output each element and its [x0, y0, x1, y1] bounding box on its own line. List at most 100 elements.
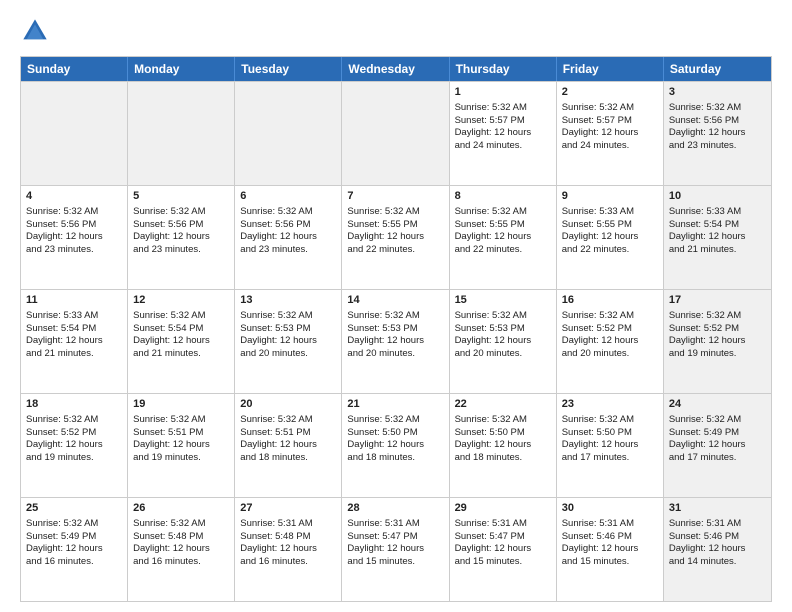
day-number: 5	[133, 189, 229, 204]
logo	[20, 16, 54, 46]
calendar-row-3: 18 Sunrise: 5:32 AM Sunset: 5:52 PM Dayli…	[21, 393, 771, 497]
day-info: Sunrise: 5:32 AM Sunset: 5:52 PM Dayligh…	[562, 310, 639, 359]
day-info: Sunrise: 5:32 AM Sunset: 5:48 PM Dayligh…	[133, 518, 210, 567]
day-number: 9	[562, 189, 658, 204]
weekday-header-friday: Friday	[557, 57, 664, 81]
calendar-cell-0-0	[21, 82, 128, 185]
day-info: Sunrise: 5:32 AM Sunset: 5:51 PM Dayligh…	[240, 414, 317, 463]
calendar-cell-3-3: 21 Sunrise: 5:32 AM Sunset: 5:50 PM Dayli…	[342, 394, 449, 497]
day-info: Sunrise: 5:32 AM Sunset: 5:53 PM Dayligh…	[240, 310, 317, 359]
calendar-cell-3-1: 19 Sunrise: 5:32 AM Sunset: 5:51 PM Dayli…	[128, 394, 235, 497]
day-info: Sunrise: 5:31 AM Sunset: 5:48 PM Dayligh…	[240, 518, 317, 567]
day-number: 25	[26, 501, 122, 516]
calendar-cell-4-1: 26 Sunrise: 5:32 AM Sunset: 5:48 PM Dayli…	[128, 498, 235, 601]
page: SundayMondayTuesdayWednesdayThursdayFrid…	[0, 0, 792, 612]
calendar-cell-1-6: 10 Sunrise: 5:33 AM Sunset: 5:54 PM Dayli…	[664, 186, 771, 289]
calendar-cell-1-1: 5 Sunrise: 5:32 AM Sunset: 5:56 PM Daylig…	[128, 186, 235, 289]
calendar-cell-4-4: 29 Sunrise: 5:31 AM Sunset: 5:47 PM Dayli…	[450, 498, 557, 601]
calendar-cell-2-5: 16 Sunrise: 5:32 AM Sunset: 5:52 PM Dayli…	[557, 290, 664, 393]
day-number: 11	[26, 293, 122, 308]
day-number: 3	[669, 85, 766, 100]
calendar-cell-0-6: 3 Sunrise: 5:32 AM Sunset: 5:56 PM Daylig…	[664, 82, 771, 185]
day-info: Sunrise: 5:32 AM Sunset: 5:51 PM Dayligh…	[133, 414, 210, 463]
day-info: Sunrise: 5:33 AM Sunset: 5:55 PM Dayligh…	[562, 206, 639, 255]
day-info: Sunrise: 5:32 AM Sunset: 5:54 PM Dayligh…	[133, 310, 210, 359]
day-number: 30	[562, 501, 658, 516]
calendar-cell-3-6: 24 Sunrise: 5:32 AM Sunset: 5:49 PM Dayli…	[664, 394, 771, 497]
day-info: Sunrise: 5:32 AM Sunset: 5:55 PM Dayligh…	[455, 206, 532, 255]
weekday-header-monday: Monday	[128, 57, 235, 81]
day-number: 10	[669, 189, 766, 204]
calendar-cell-0-4: 1 Sunrise: 5:32 AM Sunset: 5:57 PM Daylig…	[450, 82, 557, 185]
calendar-row-2: 11 Sunrise: 5:33 AM Sunset: 5:54 PM Dayli…	[21, 289, 771, 393]
day-info: Sunrise: 5:32 AM Sunset: 5:50 PM Dayligh…	[455, 414, 532, 463]
day-number: 20	[240, 397, 336, 412]
calendar-cell-3-5: 23Sunrise: 5:32 AM Sunset: 5:50 PM Dayli…	[557, 394, 664, 497]
day-info: Sunrise: 5:32 AM Sunset: 5:57 PM Dayligh…	[562, 102, 639, 151]
day-info: Sunrise: 5:31 AM Sunset: 5:47 PM Dayligh…	[347, 518, 424, 567]
calendar-cell-0-3	[342, 82, 449, 185]
calendar-cell-0-1	[128, 82, 235, 185]
day-info: Sunrise: 5:32 AM Sunset: 5:56 PM Dayligh…	[669, 102, 746, 151]
calendar-cell-1-0: 4 Sunrise: 5:32 AM Sunset: 5:56 PM Daylig…	[21, 186, 128, 289]
calendar-cell-2-1: 12Sunrise: 5:32 AM Sunset: 5:54 PM Dayli…	[128, 290, 235, 393]
day-info: Sunrise: 5:32 AM Sunset: 5:52 PM Dayligh…	[669, 310, 746, 359]
calendar-cell-0-2	[235, 82, 342, 185]
day-info: Sunrise: 5:32 AM Sunset: 5:50 PM Dayligh…	[562, 414, 639, 463]
day-info: Sunrise: 5:32 AM Sunset: 5:53 PM Dayligh…	[455, 310, 532, 359]
day-info: Sunrise: 5:32 AM Sunset: 5:52 PM Dayligh…	[26, 414, 103, 463]
calendar-cell-2-6: 17 Sunrise: 5:32 AM Sunset: 5:52 PM Dayli…	[664, 290, 771, 393]
day-info: Sunrise: 5:32 AM Sunset: 5:50 PM Dayligh…	[347, 414, 424, 463]
day-info: Sunrise: 5:32 AM Sunset: 5:57 PM Dayligh…	[455, 102, 532, 151]
day-number: 13	[240, 293, 336, 308]
header	[20, 16, 772, 46]
day-number: 27	[240, 501, 336, 516]
day-number: 28	[347, 501, 443, 516]
day-info: Sunrise: 5:32 AM Sunset: 5:49 PM Dayligh…	[669, 414, 746, 463]
day-info: Sunrise: 5:32 AM Sunset: 5:49 PM Dayligh…	[26, 518, 103, 567]
calendar-cell-3-2: 20 Sunrise: 5:32 AM Sunset: 5:51 PM Dayli…	[235, 394, 342, 497]
day-number: 2	[562, 85, 658, 100]
day-number: 24	[669, 397, 766, 412]
day-info: Sunrise: 5:31 AM Sunset: 5:47 PM Dayligh…	[455, 518, 532, 567]
calendar-cell-1-2: 6Sunrise: 5:32 AM Sunset: 5:56 PM Daylig…	[235, 186, 342, 289]
calendar-cell-0-5: 2 Sunrise: 5:32 AM Sunset: 5:57 PM Daylig…	[557, 82, 664, 185]
calendar-cell-4-5: 30Sunrise: 5:31 AM Sunset: 5:46 PM Dayli…	[557, 498, 664, 601]
calendar-row-0: 1 Sunrise: 5:32 AM Sunset: 5:57 PM Daylig…	[21, 81, 771, 185]
day-info: Sunrise: 5:33 AM Sunset: 5:54 PM Dayligh…	[669, 206, 746, 255]
day-number: 1	[455, 85, 551, 100]
day-number: 21	[347, 397, 443, 412]
day-number: 17	[669, 293, 766, 308]
calendar-cell-2-2: 13 Sunrise: 5:32 AM Sunset: 5:53 PM Dayli…	[235, 290, 342, 393]
calendar-body: 1 Sunrise: 5:32 AM Sunset: 5:57 PM Daylig…	[21, 81, 771, 601]
day-info: Sunrise: 5:32 AM Sunset: 5:56 PM Dayligh…	[133, 206, 210, 255]
day-number: 7	[347, 189, 443, 204]
calendar-cell-1-3: 7 Sunrise: 5:32 AM Sunset: 5:55 PM Daylig…	[342, 186, 449, 289]
day-number: 31	[669, 501, 766, 516]
day-number: 4	[26, 189, 122, 204]
day-info: Sunrise: 5:33 AM Sunset: 5:54 PM Dayligh…	[26, 310, 103, 359]
calendar-cell-3-0: 18 Sunrise: 5:32 AM Sunset: 5:52 PM Dayli…	[21, 394, 128, 497]
calendar-cell-1-5: 9 Sunrise: 5:33 AM Sunset: 5:55 PM Daylig…	[557, 186, 664, 289]
day-info: Sunrise: 5:32 AM Sunset: 5:56 PM Dayligh…	[240, 206, 317, 255]
weekday-header-tuesday: Tuesday	[235, 57, 342, 81]
calendar-row-4: 25 Sunrise: 5:32 AM Sunset: 5:49 PM Dayli…	[21, 497, 771, 601]
calendar-cell-4-0: 25 Sunrise: 5:32 AM Sunset: 5:49 PM Dayli…	[21, 498, 128, 601]
day-info: Sunrise: 5:31 AM Sunset: 5:46 PM Dayligh…	[669, 518, 746, 567]
day-info: Sunrise: 5:32 AM Sunset: 5:53 PM Dayligh…	[347, 310, 424, 359]
logo-icon	[20, 16, 50, 46]
day-info: Sunrise: 5:32 AM Sunset: 5:56 PM Dayligh…	[26, 206, 103, 255]
calendar-header: SundayMondayTuesdayWednesdayThursdayFrid…	[21, 57, 771, 81]
day-number: 26	[133, 501, 229, 516]
day-number: 18	[26, 397, 122, 412]
day-info: Sunrise: 5:32 AM Sunset: 5:55 PM Dayligh…	[347, 206, 424, 255]
calendar-cell-2-4: 15 Sunrise: 5:32 AM Sunset: 5:53 PM Dayli…	[450, 290, 557, 393]
weekday-header-wednesday: Wednesday	[342, 57, 449, 81]
day-number: 29	[455, 501, 551, 516]
day-number: 19	[133, 397, 229, 412]
day-number: 16	[562, 293, 658, 308]
weekday-header-saturday: Saturday	[664, 57, 771, 81]
weekday-header-thursday: Thursday	[450, 57, 557, 81]
day-number: 15	[455, 293, 551, 308]
calendar-cell-1-4: 8Sunrise: 5:32 AM Sunset: 5:55 PM Daylig…	[450, 186, 557, 289]
